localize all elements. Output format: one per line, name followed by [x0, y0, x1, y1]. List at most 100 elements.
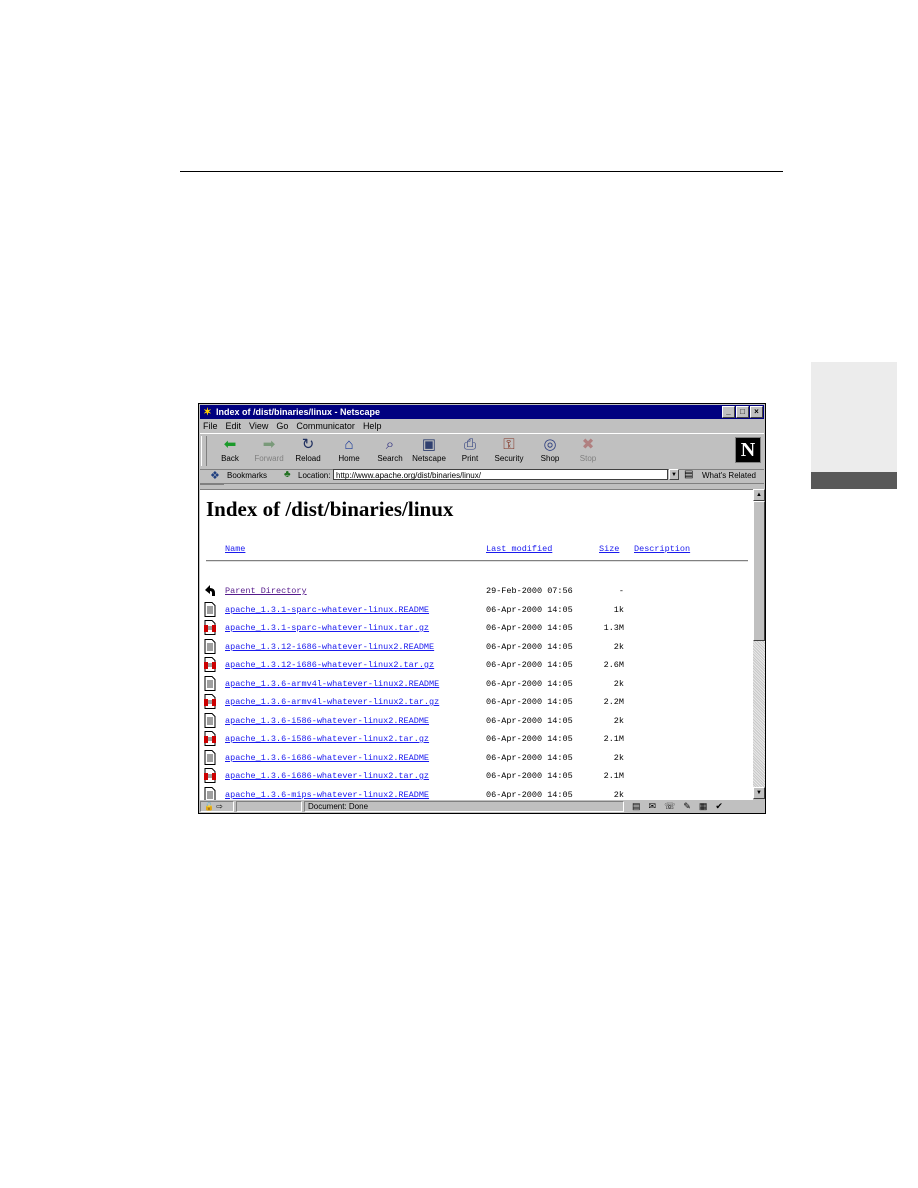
toolbar-home-button[interactable]: ⌂ Home	[330, 435, 368, 468]
stop-icon: ✖	[581, 436, 595, 453]
text-file-icon[interactable]	[204, 712, 216, 728]
component-navigator-icon[interactable]: ▤	[632, 801, 641, 812]
toolbar-button-label: Netscape	[412, 454, 446, 463]
location-icon: ♣	[284, 469, 291, 480]
parent-directory-icon[interactable]	[204, 583, 216, 598]
file-link[interactable]: apache_1.3.6-i586-whatever-linux2.README	[225, 716, 429, 726]
component-calendar-icon[interactable]: ▦	[699, 801, 708, 812]
text-file-icon[interactable]	[204, 786, 216, 801]
menu-edit[interactable]: Edit	[226, 421, 242, 431]
text-file-icon[interactable]	[204, 749, 216, 765]
file-modified-date: 06-Apr-2000 14:05	[486, 660, 573, 670]
vertical-scrollbar[interactable]: ▲ ▼	[753, 489, 765, 799]
title-bar[interactable]: ✶ Index of /dist/binaries/linux - Netsca…	[200, 405, 764, 419]
file-link[interactable]: apache_1.3.12-i686-whatever-linux2.READM…	[225, 642, 434, 652]
file-link[interactable]: apache_1.3.1-sparc-whatever-linux.README	[225, 605, 429, 615]
menu-communicator[interactable]: Communicator	[296, 421, 355, 431]
file-link[interactable]: apache_1.3.6-i686-whatever-linux2.README	[225, 753, 429, 763]
minimize-button[interactable]: _	[722, 406, 735, 418]
scroll-down-button[interactable]: ▼	[753, 787, 765, 799]
lock-icon: ⚿	[503, 436, 515, 453]
close-button[interactable]: ×	[750, 406, 763, 418]
page-heading: Index of /dist/binaries/linux	[206, 497, 454, 521]
file-link[interactable]: apache_1.3.12-i686-whatever-linux2.tar.g…	[225, 660, 434, 670]
whats-related-button[interactable]: What's Related	[702, 471, 756, 480]
file-modified-date: 06-Apr-2000 14:05	[486, 734, 573, 744]
menu-view[interactable]: View	[249, 421, 268, 431]
home-icon: ⌂	[344, 436, 354, 453]
archive-file-icon[interactable]	[204, 694, 216, 709]
archive-file-icon[interactable]	[204, 620, 216, 635]
forward-arrow-icon: ➡	[262, 436, 276, 453]
text-file-icon[interactable]	[204, 675, 216, 691]
table-row: apache_1.3.12-i686-whatever-linux2.READM…	[200, 638, 753, 657]
column-header-last-modified[interactable]: Last modified	[486, 544, 552, 554]
menu-file[interactable]: File	[203, 421, 218, 431]
table-row: apache_1.3.6-i586-whatever-linux2.README…	[200, 712, 753, 731]
netscape-app-icon: ✶	[203, 406, 212, 418]
column-header-size[interactable]: Size	[599, 544, 619, 554]
toolbar-grip[interactable]	[201, 436, 207, 466]
file-size: 2.6M	[603, 660, 624, 670]
component-mail-icon[interactable]: ✉	[649, 801, 657, 812]
toolbar-netscape-button[interactable]: ▣ Netscape	[410, 435, 448, 468]
file-size: 2.2M	[603, 697, 624, 707]
component-composer-icon[interactable]: ✎	[683, 801, 691, 812]
scroll-up-button[interactable]: ▲	[753, 489, 765, 501]
menu-help[interactable]: Help	[363, 421, 382, 431]
table-row: apache_1.3.1-sparc-whatever-linux.tar.gz…	[200, 620, 753, 638]
url-field[interactable]: http://www.apache.org/dist/binaries/linu…	[333, 469, 668, 480]
maximize-button[interactable]: □	[736, 406, 749, 418]
column-header-description[interactable]: Description	[634, 544, 690, 554]
toolbar-print-button[interactable]: ⎙ Print	[451, 435, 489, 468]
scroll-thumb[interactable]	[753, 501, 765, 641]
file-link[interactable]: apache_1.3.6-armv4l-whatever-linux2.READ…	[225, 679, 439, 689]
file-link[interactable]: Parent Directory	[225, 586, 307, 596]
status-bar: 🔓 ⇨ Document: Done ▤ ✉ ☏ ✎ ▦ ✔	[200, 800, 764, 813]
archive-file-icon[interactable]	[204, 768, 216, 783]
bookmarks-button[interactable]: Bookmarks	[227, 471, 267, 480]
toolbar-button-label: Shop	[540, 454, 560, 463]
toolbar-button-label: Security	[494, 454, 524, 463]
archive-file-icon[interactable]	[204, 731, 216, 746]
archive-file-icon[interactable]	[204, 657, 216, 672]
netscape-logo[interactable]: N	[735, 437, 761, 463]
file-size: 2.1M	[603, 734, 624, 744]
url-dropdown-icon[interactable]: ▼	[669, 469, 679, 480]
location-label: Location:	[298, 471, 331, 480]
file-size: 1.3M	[603, 623, 624, 633]
column-header-name[interactable]: Name	[225, 544, 245, 554]
toolbar-back-button[interactable]: ⬅ Back	[211, 435, 249, 468]
browser-window: ✶ Index of /dist/binaries/linux - Netsca…	[198, 403, 766, 814]
component-discussion-icon[interactable]: ☏	[664, 801, 675, 812]
security-status-icon[interactable]: 🔓 ⇨	[200, 801, 234, 812]
file-modified-date: 06-Apr-2000 14:05	[486, 678, 573, 689]
file-link[interactable]: apache_1.3.1-sparc-whatever-linux.tar.gz	[225, 623, 429, 633]
file-link[interactable]: apache_1.3.6-i586-whatever-linux2.tar.gz	[225, 734, 429, 744]
text-file-icon[interactable]	[204, 638, 216, 654]
file-link[interactable]: apache_1.3.6-i686-whatever-linux2.tar.gz	[225, 771, 429, 781]
print-icon: ⎙	[463, 436, 476, 453]
progress-bar	[236, 801, 302, 812]
file-link[interactable]: apache_1.3.6-armv4l-whatever-linux2.tar.…	[225, 697, 439, 707]
chapter-tab-light	[811, 362, 897, 472]
file-size: 1k	[613, 604, 624, 615]
file-link[interactable]: apache_1.3.6-mips-whatever-linux2.README	[225, 790, 429, 800]
file-modified-date: 06-Apr-2000 14:05	[486, 641, 573, 652]
toolbar-search-button[interactable]: ⌕ Search	[371, 435, 409, 468]
file-modified-date: 06-Apr-2000 14:05	[486, 771, 573, 781]
toolbar-reload-button[interactable]: ↻ Reload	[289, 435, 327, 468]
whats-related-icon[interactable]: ▤	[684, 469, 693, 480]
toolbar-security-button[interactable]: ⚿ Security	[490, 435, 528, 468]
toolbar-stop-button[interactable]: ✖ Stop	[569, 435, 607, 468]
file-size: 2k	[613, 789, 624, 800]
bookmarks-icon[interactable]: ❖	[210, 469, 220, 482]
toolbar-forward-button[interactable]: ➡ Forward	[250, 435, 288, 468]
file-size: 2k	[613, 641, 624, 652]
menu-go[interactable]: Go	[276, 421, 288, 431]
toolbar-shop-button[interactable]: ◎ Shop	[531, 435, 569, 468]
netscape-icon: ▣	[421, 436, 437, 453]
text-file-icon[interactable]	[204, 601, 216, 617]
component-check-icon[interactable]: ✔	[715, 801, 723, 812]
window-controls: _ □ ×	[722, 406, 763, 418]
